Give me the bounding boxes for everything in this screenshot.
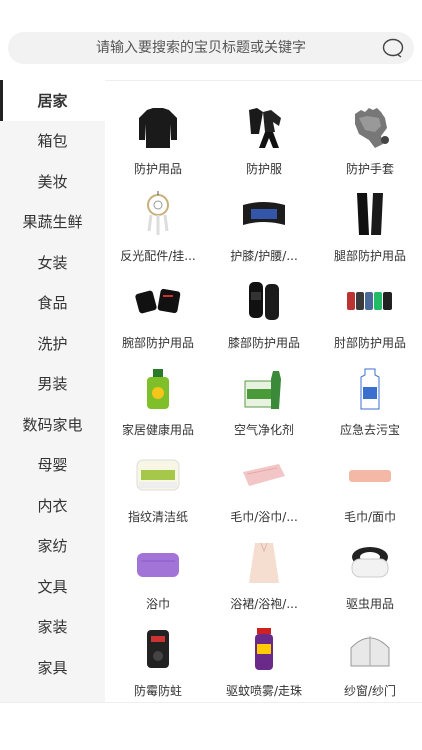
category-item[interactable]: 驱蚊喷雾/走珠 [211, 612, 317, 699]
category-item[interactable]: 防护手套 [317, 90, 422, 177]
category-item[interactable]: 腕部防护用品 [105, 264, 211, 351]
dreamcatcher-icon [147, 191, 169, 235]
sidebar-item-womens[interactable]: 女装 [0, 242, 105, 283]
category-label: 浴裙/浴袍/... [230, 597, 298, 611]
category-label: 护膝/护腰/... [230, 249, 298, 263]
sidebar-item-fresh[interactable]: 果蔬生鲜 [0, 202, 105, 243]
category-item[interactable]: 浴裙/浴袍/... [211, 525, 317, 612]
sidebar-item-home[interactable]: 居家 [0, 80, 105, 121]
sidebar-item-electronics[interactable]: 数码家电 [0, 404, 105, 445]
sidebar-item-food[interactable]: 食品 [0, 283, 105, 324]
mosquito-net-icon [350, 636, 390, 667]
category-label: 空气净化剂 [233, 423, 294, 437]
category-item[interactable]: 防护服 [211, 90, 317, 177]
black-shirt-icon [139, 108, 177, 148]
category-label: 防护手套 [345, 162, 394, 176]
black-suit-icon [249, 108, 281, 148]
bottom-divider [0, 702, 422, 703]
wristband-icon [135, 288, 181, 314]
air-purifier-box-icon [244, 371, 281, 409]
category-label: 腿部防护用品 [333, 249, 406, 263]
detergent-bottle-icon [147, 369, 169, 409]
sidebar-item-decor[interactable]: 家装 [0, 607, 105, 648]
tissue-roll-icon [136, 459, 180, 491]
category-item[interactable]: 毛巾/浴巾/... [211, 438, 317, 525]
category-label: 指纹清洁纸 [127, 510, 188, 524]
knee-pad-icon [249, 282, 279, 320]
glove-icon [355, 108, 389, 148]
mosquito-device-icon [351, 547, 389, 578]
category-label: 防霉防蛀 [133, 684, 182, 698]
category-sidebar: 居家 箱包 美妆 果蔬生鲜 女装 食品 洗护 男装 数码家电 母婴 内衣 家纺 … [0, 80, 105, 702]
category-item[interactable]: 膝部防护用品 [211, 264, 317, 351]
category-label: 防护服 [245, 162, 282, 176]
search-header [0, 0, 422, 81]
sidebar-item-underwear[interactable]: 内衣 [0, 485, 105, 526]
category-item[interactable]: 肘部防护用品 [317, 264, 422, 351]
category-label: 浴巾 [145, 597, 170, 611]
waist-brace-icon [243, 202, 285, 225]
sidebar-item-bags[interactable]: 箱包 [0, 121, 105, 162]
sidebar-item-care[interactable]: 洗护 [0, 323, 105, 364]
search-bar[interactable] [8, 32, 414, 64]
sidebar-item-furniture[interactable]: 家具 [0, 647, 105, 688]
towel-peach-icon [349, 470, 391, 482]
category-item[interactable]: 毛巾/面巾 [317, 438, 422, 525]
elbow-pad-icon [347, 292, 392, 310]
bathrobe-icon [249, 542, 279, 583]
category-label: 驱蚊喷雾/走珠 [225, 684, 303, 698]
sidebar-item-beauty[interactable]: 美妆 [0, 161, 105, 202]
category-item[interactable]: 腿部防护用品 [317, 177, 422, 264]
category-item[interactable]: 家居健康用品 [105, 351, 211, 438]
sidebar-item-stationery[interactable]: 文具 [0, 566, 105, 607]
category-label: 应急去污宝 [339, 423, 400, 437]
search-input[interactable] [8, 32, 414, 64]
category-label: 防护用品 [133, 162, 182, 176]
category-label: 腕部防护用品 [121, 336, 194, 350]
sidebar-item-baby[interactable]: 母婴 [0, 445, 105, 486]
category-item[interactable]: 反光配件/挂... [105, 177, 211, 264]
dehumidifier-icon [147, 630, 169, 668]
category-item[interactable]: 防护用品 [105, 90, 211, 177]
category-label: 纱窗/纱门 [343, 684, 397, 698]
category-item[interactable]: 指纹清洁纸 [105, 438, 211, 525]
category-item[interactable]: 纱窗/纱门 [317, 612, 422, 699]
category-item[interactable]: 应急去污宝 [317, 351, 422, 438]
leg-sleeve-icon [357, 193, 383, 235]
category-item[interactable]: 驱虫用品 [317, 525, 422, 612]
category-item[interactable]: 护膝/护腰/... [211, 177, 317, 264]
spray-bottle-icon [360, 368, 380, 410]
category-item[interactable]: 防霉防蛀 [105, 612, 211, 699]
category-label: 肘部防护用品 [333, 336, 406, 350]
category-item[interactable]: 空气净化剂 [211, 351, 317, 438]
category-label: 膝部防护用品 [227, 336, 300, 350]
sidebar-item-mens[interactable]: 男装 [0, 364, 105, 405]
sidebar-item-textiles[interactable]: 家纺 [0, 526, 105, 567]
category-label: 毛巾/浴巾/... [230, 510, 298, 524]
category-label: 家居健康用品 [121, 423, 194, 437]
category-label: 驱虫用品 [345, 597, 394, 611]
bath-towel-purple-icon [137, 553, 179, 577]
search-icon[interactable] [382, 38, 404, 58]
category-label: 毛巾/面巾 [343, 510, 397, 524]
insect-spray-icon [255, 628, 273, 670]
towel-pink-icon [243, 464, 285, 486]
category-grid: 防护用品 防护服 防护手套 反光配件/挂... 护膝/护腰/... 腿部防护用品… [105, 80, 422, 702]
category-label: 反光配件/挂... [120, 249, 196, 263]
category-item[interactable]: 浴巾 [105, 525, 211, 612]
